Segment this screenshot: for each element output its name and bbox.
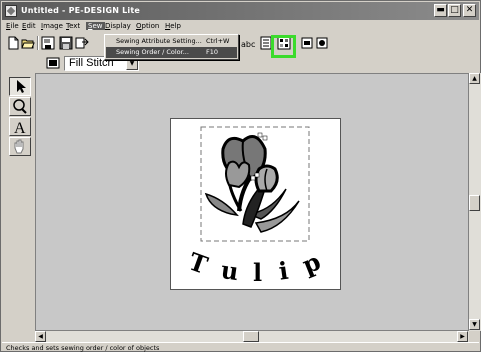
window-title: Untitled - PE-DESIGN Lite [21,6,140,15]
svg-text:A: A [14,120,26,135]
open-icon[interactable] [21,36,35,50]
arrow-select-icon[interactable] [9,77,31,96]
menu-option[interactable]: Option [136,22,159,30]
letter-p: p [298,247,324,280]
write-card-icon[interactable] [300,36,314,50]
menu-text[interactable]: Text [66,22,80,30]
design-page[interactable]: T u l i p [170,118,341,290]
menu-help[interactable]: Help [165,22,181,30]
menu-image[interactable]: Image [41,22,63,30]
sew-menu-dropdown: Sewing Attribute Setting... Ctrl+W Sewin… [104,34,239,60]
import-icon[interactable] [75,36,89,50]
save-as-icon[interactable] [41,36,55,50]
tulip-design[interactable]: T u l i p [171,119,340,289]
menu-display[interactable]: Display [105,22,131,30]
app-icon[interactable] [5,5,17,17]
zoom-icon[interactable] [9,97,31,116]
design-canvas[interactable]: T u l i p [35,73,469,331]
fill-icon[interactable] [46,56,60,70]
save-icon[interactable] [59,36,73,50]
text-tool-icon[interactable]: abc [241,36,255,50]
scroll-up-icon[interactable]: ▲ [469,73,480,84]
vertical-scroll-thumb[interactable] [469,195,480,211]
new-icon[interactable] [6,36,20,50]
tool-palette: A [7,77,33,167]
title-bar: Untitled - PE-DESIGN Lite ▬ □ ✕ [2,2,479,20]
menu-edit[interactable]: Edit [22,22,36,30]
letter-l: l [253,258,262,287]
svg-text:abc: abc [241,40,255,49]
letter-t: T [185,246,212,279]
app-window: Untitled - PE-DESIGN Lite ▬ □ ✕ Eile Edi… [0,0,481,352]
stitch-toolbar: Fill Stitch ▼ [2,53,479,73]
status-bar: Checks and sets sewing order / color of … [2,342,479,353]
menu-file[interactable]: Eile [6,22,19,30]
minimize-button[interactable]: ▬ [434,4,447,17]
horizontal-scrollbar[interactable]: ◀ ▶ [35,331,469,342]
scroll-down-icon[interactable]: ▼ [469,319,480,330]
scroll-left-icon[interactable]: ◀ [35,331,46,342]
menu-bar: Eile Edit Image Text Sew Display Option … [2,21,479,33]
scroll-right-icon[interactable]: ▶ [457,331,468,342]
highlight-box [271,35,296,58]
menu-item-sewing-order[interactable]: Sewing Order / Color... F10 [106,47,237,58]
hand-icon[interactable] [9,137,31,156]
machine-icon[interactable] [315,36,329,50]
horizontal-scroll-thumb[interactable] [243,331,259,342]
text-icon[interactable]: A [9,117,31,137]
menu-item-sewing-attribute[interactable]: Sewing Attribute Setting... Ctrl+W [106,36,237,47]
maximize-button[interactable]: □ [448,4,461,17]
menu-sew[interactable]: Sew [86,22,105,30]
letter-u: u [219,255,240,286]
close-button[interactable]: ✕ [463,4,476,17]
vertical-scrollbar[interactable]: ▲ ▼ [469,73,481,331]
letter-i: i [277,256,290,286]
main-toolbar: abc [2,34,479,53]
